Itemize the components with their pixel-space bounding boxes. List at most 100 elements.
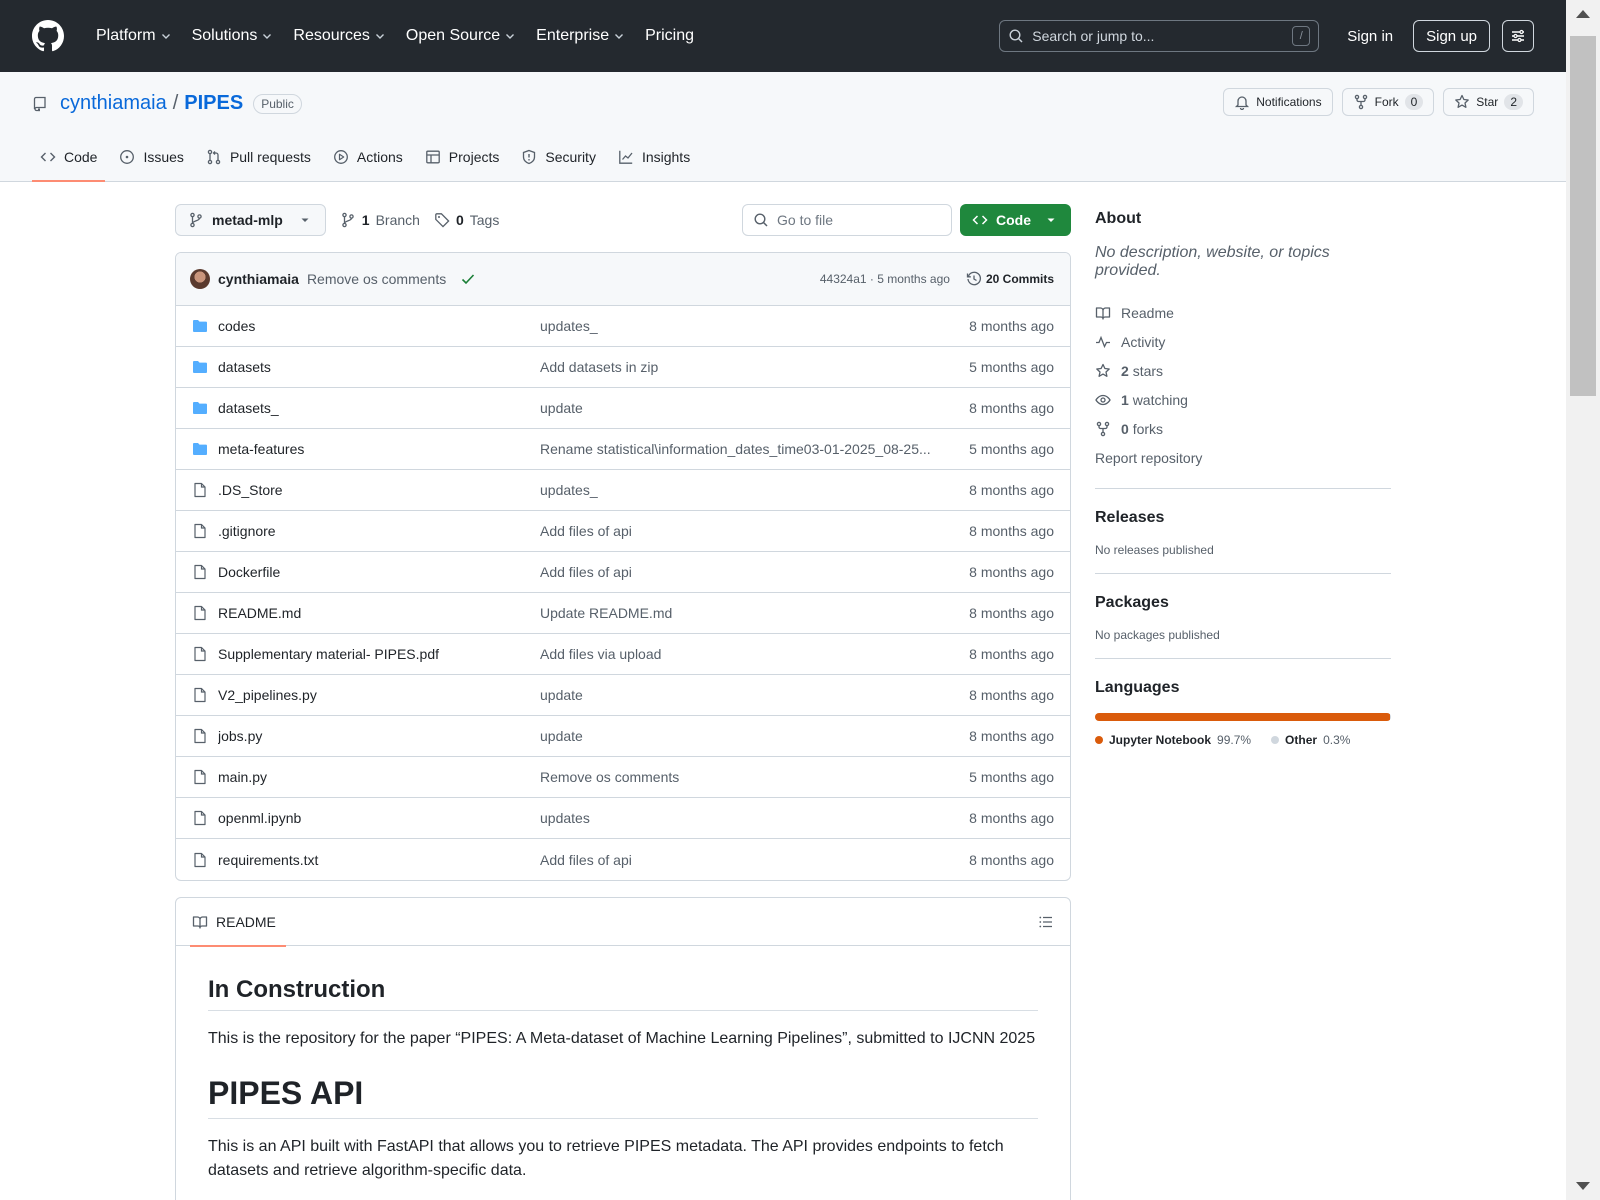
language-name: Jupyter Notebook [1109,733,1212,747]
commit-author-link[interactable]: cynthiamaia [218,271,299,287]
fork-button[interactable]: Fork 0 [1341,88,1435,116]
table-row[interactable]: .DS_Store updates_ 8 months ago [176,470,1070,511]
branches-link[interactable]: 1 Branch [340,212,420,228]
file-commit-message-link[interactable]: updates_ [540,318,969,334]
global-search-input[interactable]: Search or jump to... / [999,20,1320,52]
table-row[interactable]: openml.ipynb updates 8 months ago [176,798,1070,839]
file-commit-message-link[interactable]: update [540,687,969,703]
tab-projects[interactable]: Projects [417,133,508,181]
file-commit-message-link[interactable]: Remove os comments [540,769,969,785]
check-icon[interactable] [460,271,476,287]
tab-issues[interactable]: Issues [111,133,191,181]
scroll-up-arrow-icon[interactable] [1576,10,1590,18]
scroll-down-arrow-icon[interactable] [1576,1182,1590,1190]
file-commit-message-link[interactable]: Rename statistical\information_dates_tim… [540,441,969,457]
file-name-link[interactable]: .DS_Store [218,482,540,498]
star-button[interactable]: Star 2 [1443,88,1534,116]
commit-message-link[interactable]: Remove os comments [307,271,446,287]
file-name-link[interactable]: openml.ipynb [218,810,540,826]
branch-select-button[interactable]: metad-mlp [175,204,326,236]
tab-actions[interactable]: Actions [325,133,411,181]
tab-security[interactable]: Security [513,133,604,181]
tags-link[interactable]: 0 Tags [434,212,499,228]
file-name-link[interactable]: requirements.txt [218,852,540,868]
table-row[interactable]: datasets Add datasets in zip 5 months ago [176,347,1070,388]
commit-hash-and-time[interactable]: 44324a1 · 5 months ago [820,272,950,286]
avatar[interactable] [190,269,210,289]
table-row[interactable]: main.py Remove os comments 5 months ago [176,757,1070,798]
sign-up-button[interactable]: Sign up [1413,20,1490,52]
tab-label: Projects [448,149,500,165]
report-repository-link[interactable]: Report repository [1095,443,1391,472]
branch-label: Branch [375,212,420,228]
file-commit-message-link[interactable]: updates [540,810,969,826]
sign-in-link[interactable]: Sign in [1335,28,1405,45]
notifications-button[interactable]: Notifications [1223,88,1333,116]
table-row[interactable]: meta-features Rename statistical\informat… [176,429,1070,470]
file-commit-message-link[interactable]: Add files of api [540,523,969,539]
language-item[interactable]: Jupyter Notebook 99.7% [1095,733,1251,747]
language-item[interactable]: Other 0.3% [1271,733,1350,747]
readme-tab[interactable]: README [190,898,286,947]
file-commit-message-link[interactable]: Add datasets in zip [540,359,969,375]
table-row[interactable]: jobs.py update 8 months ago [176,716,1070,757]
scrollbar-thumb[interactable] [1570,36,1596,396]
language-bar-segment [1095,713,1391,721]
table-row[interactable]: Supplementary material- PIPES.pdf Add fil… [176,634,1070,675]
about-heading: About [1095,210,1142,227]
forks-link[interactable]: 0 forks [1095,414,1391,443]
file-name-link[interactable]: main.py [218,769,540,785]
outline-button[interactable] [1038,914,1054,930]
stars-link[interactable]: 2 stars [1095,356,1391,385]
activity-link[interactable]: Activity [1095,327,1391,356]
tab-pull-requests[interactable]: Pull requests [198,133,319,181]
file-commit-message-link[interactable]: Add files of api [540,564,969,580]
appearance-settings-button[interactable] [1502,20,1534,52]
file-name-link[interactable]: V2_pipelines.py [218,687,540,703]
file-name-link[interactable]: datasets_ [218,400,540,416]
file-commit-message-link[interactable]: updates_ [540,482,969,498]
nav-open-source[interactable]: Open Source [398,20,524,52]
file-commit-message-link[interactable]: update [540,728,969,744]
packages-heading[interactable]: Packages [1095,594,1391,612]
file-name-link[interactable]: datasets [218,359,540,375]
commits-history-link[interactable]: 20 Commits [966,271,1054,287]
file-commit-message-link[interactable]: Add files of api [540,852,969,868]
table-row[interactable]: requirements.txt Add files of api 8 months… [176,839,1070,880]
nav-enterprise[interactable]: Enterprise [528,20,633,52]
table-row[interactable]: V2_pipelines.py update 8 months ago [176,675,1070,716]
file-name-link[interactable]: Supplementary material- PIPES.pdf [218,646,540,662]
tab-code[interactable]: Code [32,133,106,182]
releases-heading[interactable]: Releases [1095,509,1391,527]
file-name-link[interactable]: jobs.py [218,728,540,744]
watchers-link[interactable]: 1 watching [1095,385,1391,414]
pulse-icon [1096,335,1110,348]
nav-platform[interactable]: Platform [88,20,180,52]
readme-link[interactable]: Readme [1095,298,1391,327]
nav-pricing[interactable]: Pricing [637,20,702,52]
table-row[interactable]: codes updates_ 8 months ago [176,306,1070,347]
file-name-link[interactable]: README.md [218,605,540,621]
tab-insights[interactable]: Insights [610,133,698,181]
nav-solutions[interactable]: Solutions [184,20,282,52]
repo-name-link[interactable]: PIPES [184,92,243,115]
code-dropdown-button[interactable]: Code [960,204,1071,236]
table-row[interactable]: datasets_ update 8 months ago [176,388,1070,429]
folder-icon [193,361,207,373]
file-name-link[interactable]: Dockerfile [218,564,540,580]
github-logo-icon[interactable] [32,20,64,52]
table-row[interactable]: Dockerfile Add files of api 8 months ago [176,552,1070,593]
file-commit-message-link[interactable]: update [540,400,969,416]
file-name-link[interactable]: meta-features [218,441,540,457]
repo-owner-link[interactable]: cynthiamaia [60,92,167,115]
file-name-link[interactable]: .gitignore [218,523,540,539]
file-name-link[interactable]: codes [218,318,540,334]
folder-icon [193,402,207,414]
go-to-file-input[interactable]: Go to file [742,204,952,236]
file-commit-message-link[interactable]: Add files via upload [540,646,969,662]
table-row[interactable]: README.md Update README.md 8 months ago [176,593,1070,634]
page-scrollbar[interactable] [1566,0,1600,1200]
file-commit-message-link[interactable]: Update README.md [540,605,969,621]
nav-resources[interactable]: Resources [285,20,393,52]
table-row[interactable]: .gitignore Add files of api 8 months ago [176,511,1070,552]
